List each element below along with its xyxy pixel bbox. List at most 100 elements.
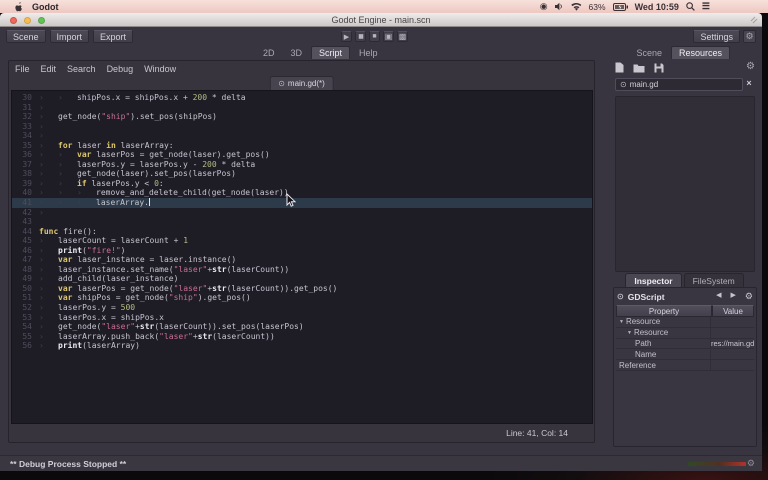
code-line-37[interactable]: 37 › › laserPos.y = laserPos.y - 200 * delt… (12, 160, 592, 170)
export-button[interactable]: Export (93, 30, 134, 43)
property-column-header[interactable]: Property (616, 305, 712, 317)
tab-3d[interactable]: 3D (284, 46, 310, 59)
line-number: 30 (22, 93, 32, 102)
inspector-row-resource[interactable]: ▼ Resource (616, 327, 754, 339)
inspector-gear-icon[interactable]: ⚙ (745, 291, 753, 302)
script-file-tab[interactable]: ⊙ main.gd(*) (269, 76, 334, 90)
line-text: › print(laserArray) (39, 341, 140, 351)
debugger-gear-icon[interactable]: ⚙ (747, 458, 755, 469)
tab-resources-dock[interactable]: Resources (670, 46, 730, 59)
resources-list[interactable] (615, 96, 755, 272)
stop-button[interactable]: ■ (369, 31, 380, 42)
menu-window[interactable]: Window (144, 64, 176, 74)
code-line-41[interactable]: 41 › › › laserArray. (12, 198, 592, 208)
volume-icon[interactable] (554, 2, 564, 11)
property-value[interactable] (710, 360, 754, 370)
active-app-menu[interactable]: Godot (32, 2, 59, 12)
play-scene-button[interactable]: ▣ (383, 31, 394, 42)
code-line-43[interactable]: 43 (12, 217, 592, 227)
value-column-header[interactable]: Value (712, 305, 754, 317)
code-line-39[interactable]: 39 › › if laserPos.y < 0: (12, 179, 592, 189)
code-line-54[interactable]: 54 › get_node("laser"+str(laserCount)).set… (12, 322, 592, 332)
code-token: (laserCount)).get_pos() (226, 283, 338, 293)
screen-record-icon[interactable]: ◉ (540, 0, 548, 13)
code-line-31[interactable]: 31 › (12, 103, 592, 113)
apple-menu-icon[interactable] (14, 1, 24, 12)
line-number: 35 (22, 140, 32, 150)
play-custom-scene-button[interactable]: ▩ (397, 31, 408, 42)
script-file-tab-label: main.gd(*) (287, 79, 325, 88)
property-value[interactable]: res://main.gd (710, 338, 757, 349)
code-token: laserPos.y = (58, 303, 121, 313)
load-resource-folder-icon[interactable] (633, 63, 645, 73)
window-resize-icon[interactable] (750, 16, 758, 24)
code-line-36[interactable]: 36 › › var laserPos = get_node(laser).get_p… (12, 150, 592, 160)
expander-icon[interactable]: ▼ (627, 330, 632, 336)
tab-help[interactable]: Help (352, 46, 385, 59)
code-token: get_node( (58, 112, 102, 122)
open-resource-item[interactable]: ⊙ main.gd (615, 78, 743, 91)
code-line-47[interactable]: 47 › var laser_instance = laser.instance() (12, 255, 592, 265)
wifi-icon[interactable] (570, 2, 582, 11)
line-number: 55 (22, 331, 32, 341)
menu-file[interactable]: File (15, 64, 30, 74)
property-value[interactable] (710, 327, 754, 338)
code-line-40[interactable]: 40 › › › remove_and_delete_child(get_node(la… (12, 188, 592, 198)
code-line-52[interactable]: 52 › laserPos.y = 500 (12, 303, 592, 313)
script-editor-menus: File Edit Search Debug Window (15, 63, 176, 75)
code-line-32[interactable]: 32 › get_node("ship").set_pos(shipPos) (12, 112, 592, 122)
code-line-44[interactable]: 44 func fire(): (12, 227, 592, 237)
code-line-45[interactable]: 45 › laserCount = laserCount + 1 (12, 236, 592, 246)
menu-search[interactable]: Search (67, 64, 96, 74)
play-button[interactable]: ▶ (341, 31, 352, 42)
scene-menu-button[interactable]: Scene (6, 30, 46, 43)
tab-filesystem[interactable]: FileSystem (683, 273, 744, 287)
inspector-row-path[interactable]: Path res://main.gd (616, 338, 757, 350)
code-editor[interactable]: 30 › › shipPos.x = shipPos.x + 200 * delta 3… (11, 90, 593, 424)
code-line-30[interactable]: 30 › › shipPos.x = shipPos.x + 200 * delta (12, 93, 592, 103)
code-line-35[interactable]: 35 › for laser in laserArray: (12, 141, 592, 151)
line-number: 34 (22, 131, 32, 141)
property-value[interactable] (710, 317, 754, 327)
code-line-46[interactable]: 46 › print("fire!") (12, 246, 592, 256)
tab-inspector[interactable]: Inspector (625, 273, 682, 287)
inspector-row-reference[interactable]: Reference (616, 360, 754, 371)
tab-2d[interactable]: 2D (256, 46, 282, 59)
window-titlebar[interactable]: Godot Engine - main.scn (0, 13, 762, 27)
code-line-51[interactable]: 51 › var shipPos = get_node("ship").get_po… (12, 293, 592, 303)
property-value[interactable] (710, 349, 754, 360)
new-resource-icon[interactable] (615, 62, 624, 73)
menubar-clock[interactable]: Wed 10:59 (635, 2, 679, 12)
save-resource-icon[interactable] (654, 63, 664, 73)
resources-settings-gear-icon[interactable]: ⚙ (746, 61, 755, 72)
code-line-53[interactable]: 53 › laserPos.x = shipPos.x (12, 313, 592, 323)
import-button[interactable]: Import (49, 30, 90, 43)
menu-edit[interactable]: Edit (41, 64, 57, 74)
tab-scene-dock[interactable]: Scene (629, 46, 669, 59)
inspector-row-resource[interactable]: ▼ Resource (616, 317, 754, 328)
code-line-48[interactable]: 48 › laser_instance.set_name("laser"+str(l… (12, 265, 592, 275)
code-line-42[interactable]: 42 › (12, 208, 592, 218)
history-forward-icon[interactable]: ▶ (731, 291, 736, 302)
code-line-50[interactable]: 50 › var laserPos = get_node("laser"+str(l… (12, 284, 592, 294)
inspector-row-name[interactable]: Name (616, 349, 754, 361)
settings-gear-icon[interactable]: ⚙ (743, 30, 756, 43)
code-line-56[interactable]: 56 › print(laserArray) (12, 341, 592, 351)
code-line-55[interactable]: 55 › laserArray.push_back("laser"+str(lase… (12, 332, 592, 342)
pause-button[interactable]: ▮▮ (355, 31, 366, 42)
code-line-34[interactable]: 34 › (12, 131, 592, 141)
code-line-49[interactable]: 49 › add_child(laser_instance) (12, 274, 592, 284)
history-back-icon[interactable]: ◀ (716, 291, 721, 302)
tab-indent-marker: › (39, 312, 44, 322)
tab-script[interactable]: Script (311, 46, 351, 59)
battery-icon[interactable] (612, 2, 628, 11)
code-line-38[interactable]: 38 › › get_node(laser).set_pos(laserPos) (12, 169, 592, 179)
close-resource-icon[interactable]: × (743, 77, 755, 90)
code-line-33[interactable]: 33 › (12, 122, 592, 132)
notification-center-icon[interactable]: ☰ (702, 0, 710, 13)
debugger-bar[interactable]: ** Debug Process Stopped ** ⚙ (0, 455, 762, 471)
spotlight-search-icon[interactable] (686, 2, 695, 11)
menu-debug[interactable]: Debug (107, 64, 134, 74)
expander-icon[interactable]: ▼ (619, 319, 624, 325)
settings-button[interactable]: Settings (693, 30, 740, 43)
